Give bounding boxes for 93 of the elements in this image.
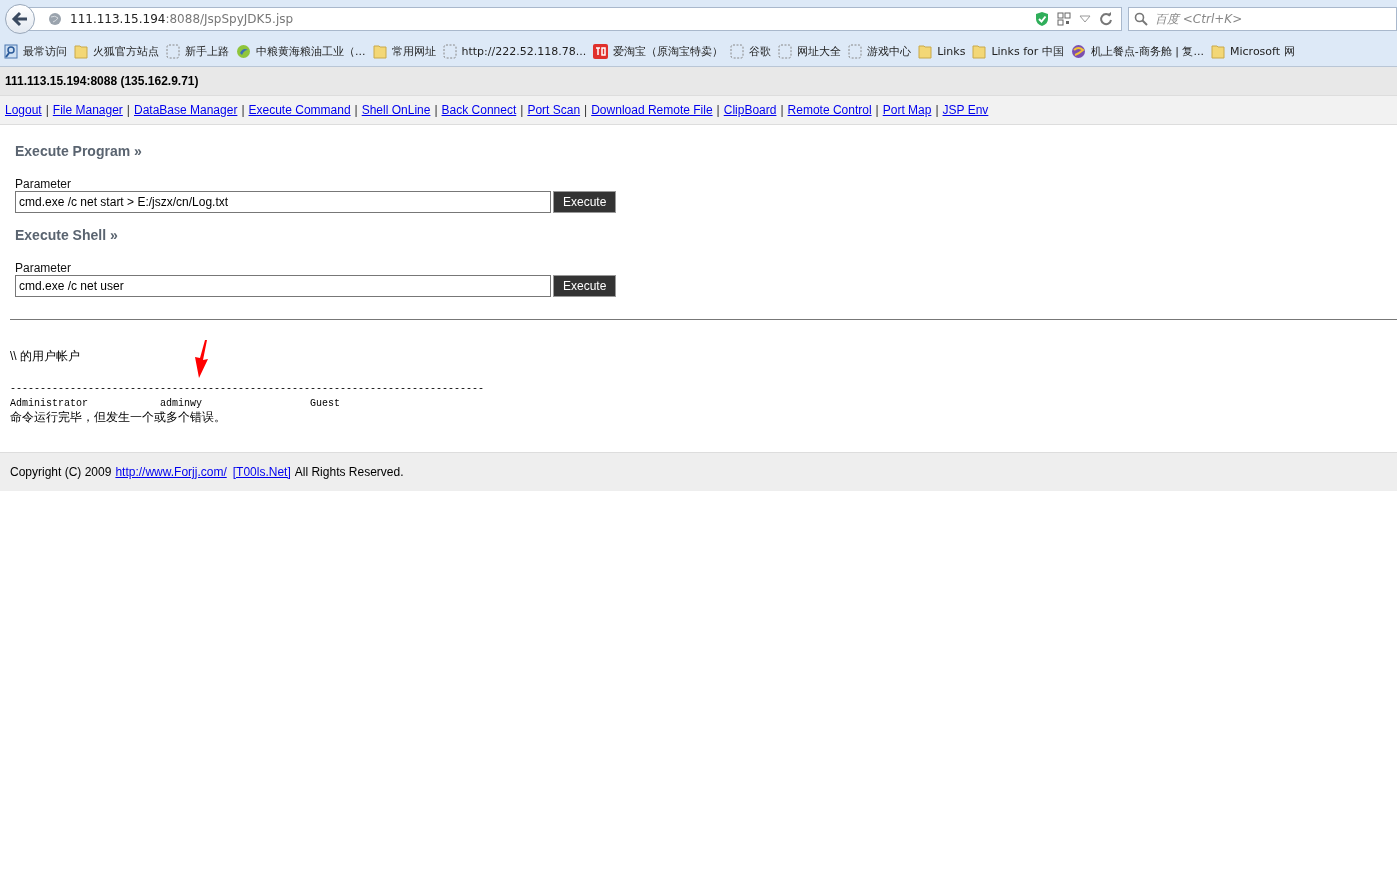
bookmark-item[interactable]: 爱淘宝（原淘宝特卖） (593, 44, 724, 59)
bookmark-label: 中粮黄海粮油工业（... (256, 44, 366, 59)
bookmark-item[interactable]: 中粮黄海粮油工业（... (236, 44, 366, 59)
nav-link[interactable]: ClipBoard (723, 103, 777, 117)
link-separator: | (354, 103, 358, 117)
link-separator: | (126, 103, 130, 117)
shield-icon[interactable] (1035, 10, 1049, 27)
account-name: Administrator (10, 398, 89, 409)
blank-page-icon (442, 44, 457, 59)
bookmark-item[interactable]: http://222.52.118.78... (442, 44, 587, 59)
address-bar[interactable]: 111.113.15.194:8088/JspSpyJDK5.jsp (27, 6, 1122, 31)
bookmark-label: 爱淘宝（原淘宝特卖） (613, 44, 724, 59)
globe-icon (48, 11, 62, 26)
folder-icon (972, 44, 987, 59)
bookmark-label: Links for 中国 (991, 44, 1064, 59)
folder-icon (1211, 44, 1225, 59)
back-arrow-icon (11, 10, 29, 27)
link-separator: | (520, 103, 524, 117)
bookmark-item[interactable]: Microsoft 网 (1211, 44, 1295, 59)
field-label: Parameter (15, 177, 73, 191)
url-text: 111.113.15.194:8088/JspSpyJDK5.jsp (70, 11, 294, 26)
bookmark-label: 最常访问 (23, 44, 67, 59)
nav-link[interactable]: DataBase Manager (134, 103, 238, 117)
back-button[interactable] (5, 3, 35, 34)
bookmark-item[interactable]: Links for 中国 (972, 44, 1064, 59)
host-title: 111.113.15.194:8088 (135.162.9.71) (0, 67, 1397, 96)
link-separator: | (584, 103, 588, 117)
bookmark-item[interactable]: 常用网址 (372, 44, 436, 59)
link-separator: | (935, 103, 939, 117)
link-separator: | (45, 103, 49, 117)
search-field[interactable]: 百度 <Ctrl+K> (1128, 6, 1397, 31)
section-title: Execute Shell » (15, 227, 119, 243)
nav-link[interactable]: Execute Command (248, 103, 351, 117)
bookmark-item[interactable]: 新手上路 (166, 44, 229, 59)
nav-link[interactable]: Port Map (882, 103, 932, 117)
search-icon (1134, 11, 1148, 26)
folder-icon (372, 44, 387, 59)
rights-text: All Rights Reserved. (294, 465, 404, 479)
bookmark-label: 新手上路 (185, 44, 229, 59)
account-name: Guest (310, 398, 341, 409)
blank-page-icon (730, 44, 745, 59)
output-heading: \\ 的用户帐户 (10, 348, 81, 365)
bookmark-label: 常用网址 (391, 44, 436, 59)
arrow-annotation (193, 340, 209, 378)
bookmark-label: Links (937, 45, 966, 58)
globe-logo-icon (1070, 44, 1086, 59)
bookmark-item[interactable]: 网址大全 (778, 44, 842, 59)
link-separator: | (875, 103, 879, 117)
nav-link[interactable]: JSP Env (942, 103, 989, 117)
bookmark-item[interactable]: 游戏中心 (848, 44, 912, 59)
output-message: 命令运行完毕，但发生一个或多个错误。 (10, 409, 227, 426)
link-separator: | (780, 103, 784, 117)
bookmark-label: 火狐官方站点 (93, 44, 159, 59)
blank-page-icon (778, 44, 793, 59)
bookmark-item[interactable]: 火狐官方站点 (74, 44, 159, 59)
nav-link[interactable]: Logout (5, 103, 42, 117)
reload-icon[interactable] (1099, 11, 1113, 26)
parameter-input[interactable]: cmd.exe /c net start > E:/jszx/cn/Log.txt (15, 191, 551, 213)
nav-link[interactable]: Back Connect (441, 103, 517, 117)
qr-code-icon[interactable] (1057, 11, 1071, 26)
website-link[interactable]: http://www.Forjj.com/ (115, 465, 227, 479)
bookmark-label: Microsoft 网 (1230, 44, 1295, 59)
parameter-input[interactable]: cmd.exe /c net user (15, 275, 551, 297)
dropdown-icon[interactable] (1079, 14, 1091, 23)
link-separator: | (434, 103, 438, 117)
magnifier-page-icon (4, 44, 18, 59)
separator-line: ------------------------------------------------------------------------------- (10, 383, 486, 394)
bookmark-label: 谷歌 (749, 44, 772, 59)
nav-link[interactable]: Shell OnLine (361, 103, 431, 117)
field-label: Parameter (15, 261, 73, 275)
nav-link[interactable]: Port Scan (527, 103, 581, 117)
bookmark-label: 网址大全 (797, 44, 842, 59)
website-link[interactable]: [T00ls.Net] (232, 465, 291, 479)
copyright-text: Copyright (C) 2009 (10, 465, 112, 479)
nav-link[interactable]: Remote Control (787, 103, 872, 117)
bookmark-item[interactable]: 最常访问 (4, 44, 67, 59)
folder-icon (918, 44, 933, 59)
nav-link[interactable]: File Manager (52, 103, 123, 117)
bookmark-item[interactable]: 谷歌 (730, 44, 772, 59)
nav-link[interactable]: Download Remote File (591, 103, 713, 117)
folder-icon (74, 44, 88, 59)
link-separator: | (716, 103, 720, 117)
section-title: Execute Program » (15, 143, 143, 159)
blank-page-icon (848, 44, 863, 59)
bookmark-label: http://222.52.118.78... (461, 45, 587, 58)
swirl-logo-icon (236, 44, 251, 59)
blank-page-icon (166, 44, 180, 59)
execute-button[interactable]: Execute (553, 191, 617, 213)
account-name: adminwy (160, 398, 203, 409)
bookmark-label: 游戏中心 (867, 44, 912, 59)
link-separator: | (241, 103, 245, 117)
execute-button[interactable]: Execute (553, 275, 617, 297)
bookmark-item[interactable]: Links (918, 44, 966, 59)
